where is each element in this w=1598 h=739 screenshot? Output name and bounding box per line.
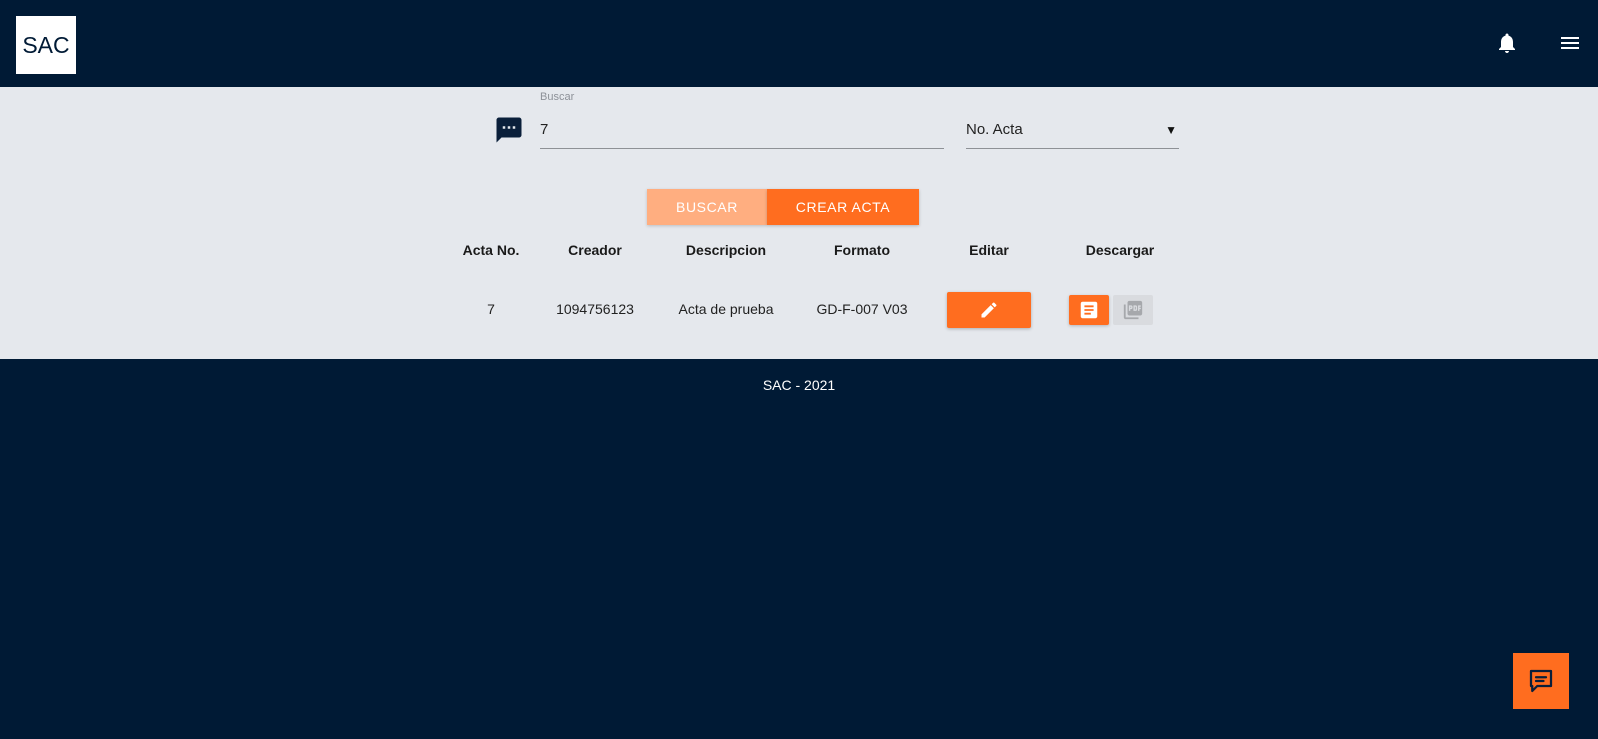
sac-logo[interactable]: SAC xyxy=(16,16,76,74)
dropdown-arrow-icon: ▼ xyxy=(1165,122,1177,137)
download-pdf-button[interactable] xyxy=(1113,295,1153,325)
feedback-chat-icon xyxy=(1529,669,1553,693)
bell-icon[interactable] xyxy=(1495,31,1519,55)
download-document-button[interactable] xyxy=(1069,295,1109,325)
filter-select-value: No. Acta xyxy=(966,121,1023,138)
logo-text: SAC xyxy=(22,31,70,58)
buscar-button[interactable]: BUSCAR xyxy=(647,189,767,225)
filter-select[interactable]: No. Acta ▼ xyxy=(966,111,1179,149)
chat-dots-icon xyxy=(496,117,522,143)
feedback-button[interactable] xyxy=(1513,653,1569,709)
top-bar: SAC xyxy=(0,0,1598,87)
menu-icon[interactable] xyxy=(1558,31,1582,55)
search-input[interactable] xyxy=(540,111,944,149)
pdf-icon xyxy=(1123,300,1143,320)
search-label: Buscar xyxy=(540,91,575,103)
crear-acta-button[interactable]: CREAR ACTA xyxy=(767,189,919,225)
footer-text: SAC - 2021 xyxy=(762,377,836,393)
pencil-icon xyxy=(981,302,997,318)
cell-formato: GD-F-007 V03 xyxy=(816,301,908,317)
column-header-descargar: Descargar xyxy=(1085,242,1155,258)
column-header-editar: Editar xyxy=(969,242,1009,258)
column-header-formato: Formato xyxy=(834,242,890,258)
column-header-descripcion: Descripcion xyxy=(685,242,767,258)
edit-button[interactable] xyxy=(947,292,1031,328)
column-header-creador: Creador xyxy=(568,242,622,258)
cell-descripcion: Acta de prueba xyxy=(678,301,774,317)
column-header-acta-no: Acta No. xyxy=(462,242,520,258)
document-icon xyxy=(1080,301,1098,319)
cell-creador: 1094756123 xyxy=(556,301,634,317)
cell-acta-no: 7 xyxy=(487,301,495,317)
